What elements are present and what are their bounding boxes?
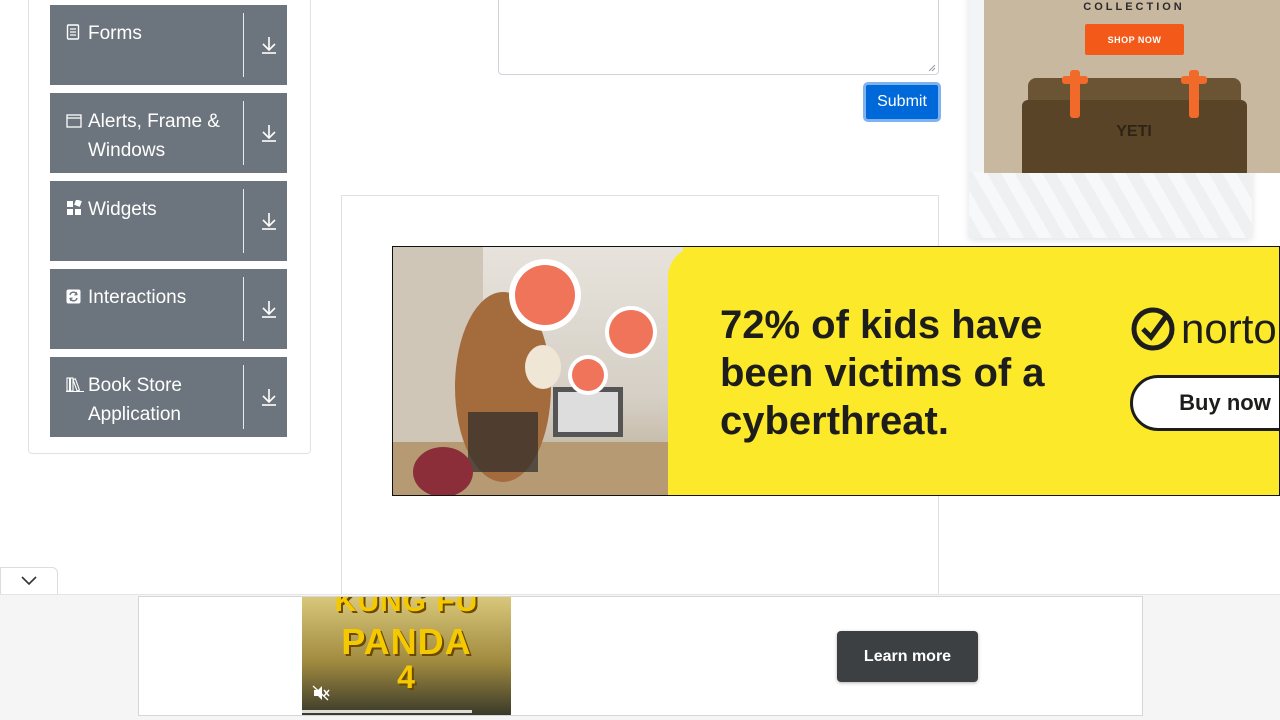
sidebar-group-label: Widgets bbox=[88, 199, 157, 220]
sidebar-group-label: Interactions bbox=[88, 287, 187, 308]
download-icon[interactable] bbox=[260, 387, 280, 411]
document-icon bbox=[66, 19, 88, 50]
brand-name: norto bbox=[1181, 305, 1277, 352]
video-title-line-3: 4 bbox=[397, 659, 416, 695]
bottom-ad[interactable] bbox=[138, 596, 1143, 716]
download-icon[interactable] bbox=[260, 211, 280, 235]
learn-more-button[interactable]: Learn more bbox=[837, 631, 978, 682]
yeti-ad[interactable]: COLLECTION SHOP NOW YETI bbox=[984, 0, 1280, 173]
sidebar-group-book-store[interactable]: Book Store Application bbox=[50, 357, 287, 437]
buy-now-button[interactable]: Buy now bbox=[1130, 375, 1279, 431]
mute-icon[interactable] bbox=[312, 685, 330, 701]
download-icon[interactable] bbox=[260, 123, 280, 147]
ad-pattern bbox=[969, 172, 1252, 238]
divider bbox=[243, 13, 244, 77]
collapse-ad-button[interactable] bbox=[0, 567, 58, 594]
video-title-line-2: PANDA bbox=[341, 621, 472, 662]
cooler-image: YETI bbox=[1022, 70, 1247, 173]
download-icon[interactable] bbox=[260, 35, 280, 59]
divider bbox=[243, 189, 244, 253]
sidebar-group-label: Forms bbox=[88, 23, 142, 44]
sidebar-group-label: Alerts, Frame & Windows bbox=[88, 111, 220, 161]
girl-at-desk-image bbox=[393, 247, 683, 495]
divider bbox=[243, 277, 244, 341]
chevron-down-icon bbox=[21, 576, 37, 586]
window-icon bbox=[66, 107, 88, 165]
video-title-line-1: KUNG FU bbox=[334, 597, 479, 618]
permanent-address-textarea[interactable] bbox=[498, 0, 939, 75]
sidebar-group-widgets[interactable]: Widgets bbox=[50, 181, 287, 261]
books-icon bbox=[66, 371, 88, 429]
submit-button[interactable]: Submit bbox=[863, 82, 941, 122]
sidebar-group-forms[interactable]: Forms bbox=[50, 5, 287, 85]
sidebar-group-interactions[interactable]: Interactions bbox=[50, 269, 287, 349]
resize-handle-icon[interactable] bbox=[928, 64, 936, 72]
norton-ad[interactable]: 72% of kids have been victims of a cyber… bbox=[392, 246, 1280, 496]
sidebar-group-alerts[interactable]: Alerts, Frame & Windows bbox=[50, 93, 287, 173]
norton-logo: norto bbox=[1131, 305, 1277, 353]
sidebar-group-label: Book Store Application bbox=[88, 375, 182, 425]
video-progress-bar[interactable] bbox=[302, 710, 472, 713]
ad-photo bbox=[393, 247, 683, 495]
cooler-logo: YETI bbox=[1116, 123, 1152, 140]
download-icon[interactable] bbox=[260, 299, 280, 323]
ad-video[interactable]: KUNG FU PANDA 4 bbox=[302, 597, 511, 715]
ad-collection-text: COLLECTION bbox=[1083, 1, 1185, 13]
widgets-icon bbox=[66, 195, 88, 226]
ad-headline: 72% of kids have been victims of a cyber… bbox=[720, 303, 1045, 443]
interactions-icon bbox=[66, 283, 88, 314]
shop-now-button[interactable]: SHOP NOW bbox=[1085, 24, 1184, 55]
divider bbox=[243, 365, 244, 429]
check-circle-icon bbox=[1131, 307, 1175, 351]
divider bbox=[243, 101, 244, 165]
